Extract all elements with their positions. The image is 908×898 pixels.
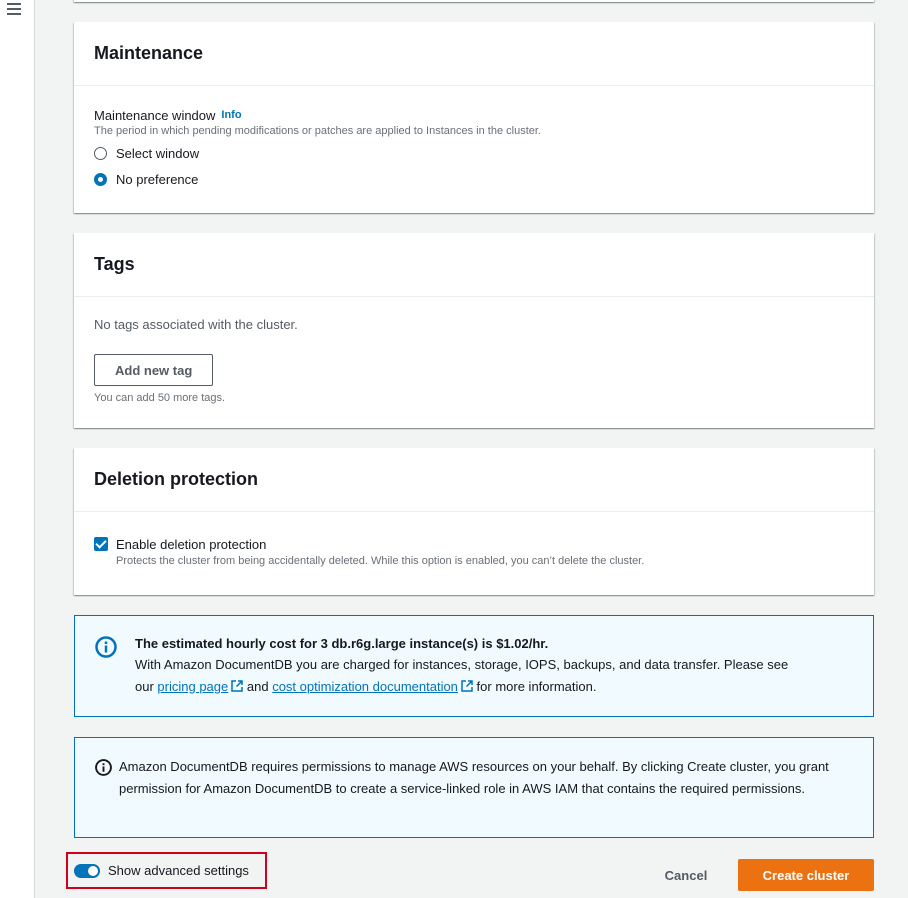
- deletion-description: Protects the cluster from being accident…: [116, 555, 645, 567]
- radio-select-window[interactable]: Select window: [94, 140, 854, 166]
- cancel-button[interactable]: Cancel: [650, 859, 722, 891]
- menu-icon[interactable]: [7, 3, 21, 15]
- deletion-header: Deletion protection: [74, 448, 874, 512]
- radio-label: No preference: [116, 171, 199, 187]
- cost-alert-line1: With Amazon DocumentDB you are charged f…: [135, 657, 789, 672]
- external-link-icon[interactable]: [231, 680, 243, 692]
- external-link-icon[interactable]: [461, 680, 473, 692]
- add-new-tag-button[interactable]: Add new tag: [94, 354, 214, 386]
- permission-alert-text: Amazon DocumentDB requires permissions t…: [119, 759, 829, 796]
- side-navigation-rail: [0, 0, 35, 898]
- info-icon: [95, 636, 117, 658]
- radio-no-preference[interactable]: No preference: [94, 166, 854, 192]
- tags-card: Tags No tags associated with the cluster…: [74, 233, 874, 428]
- deletion-checkbox-row[interactable]: Enable deletion protection: [94, 536, 854, 552]
- radio-button[interactable]: [94, 146, 107, 160]
- radio-label: Select window: [116, 145, 200, 161]
- deletion-protection-card: Deletion protection Enable deletion prot…: [74, 448, 874, 595]
- deletion-checkbox-label: Enable deletion protection: [116, 536, 267, 552]
- tags-empty-text: No tags associated with the cluster.: [94, 317, 298, 332]
- deletion-title: Deletion protection: [94, 469, 259, 489]
- cost-alert-and: and: [246, 679, 269, 694]
- maintenance-description: The period in which pending modification…: [94, 125, 541, 137]
- deletion-checkbox[interactable]: [94, 537, 108, 551]
- tags-header: Tags: [74, 233, 874, 297]
- permission-info-alert: Amazon DocumentDB requires permissions t…: [74, 737, 874, 838]
- cost-alert-heading: The estimated hourly cost for 3 db.r6g.l…: [135, 636, 549, 651]
- info-icon: [95, 759, 112, 776]
- maintenance-header: Maintenance: [74, 22, 874, 86]
- deletion-body: Enable deletion protection Protects the …: [74, 512, 874, 567]
- advanced-settings-toggle[interactable]: [74, 863, 100, 878]
- create-cluster-button[interactable]: Create cluster: [738, 859, 874, 891]
- radio-button-selected[interactable]: [94, 172, 107, 186]
- maintenance-window-label: Maintenance window: [94, 107, 216, 123]
- cost-alert-line2: our pricing page and cost optimization d…: [135, 676, 865, 698]
- cost-info-alert: The estimated hourly cost for 3 db.r6g.l…: [74, 615, 874, 717]
- previous-section-card: [74, 0, 874, 2]
- maintenance-card: Maintenance Maintenance window Info The …: [74, 22, 874, 213]
- cost-alert-tail: for more information.: [476, 679, 597, 694]
- maintenance-info-link[interactable]: Info: [221, 109, 241, 121]
- tags-title: Tags: [94, 254, 135, 274]
- maintenance-body: Maintenance window Info The period in wh…: [74, 86, 874, 192]
- advanced-settings-highlight: Show advanced settings: [66, 852, 267, 889]
- maintenance-title: Maintenance: [94, 43, 204, 63]
- cost-optimization-link[interactable]: cost optimization documentation: [272, 679, 458, 694]
- pricing-page-link[interactable]: pricing page: [157, 679, 228, 694]
- tags-hint: You can add 50 more tags.: [94, 392, 226, 404]
- cost-alert-our: our: [135, 679, 154, 694]
- tags-body: No tags associated with the cluster. Add…: [74, 297, 874, 404]
- advanced-settings-label: Show advanced settings: [108, 863, 249, 878]
